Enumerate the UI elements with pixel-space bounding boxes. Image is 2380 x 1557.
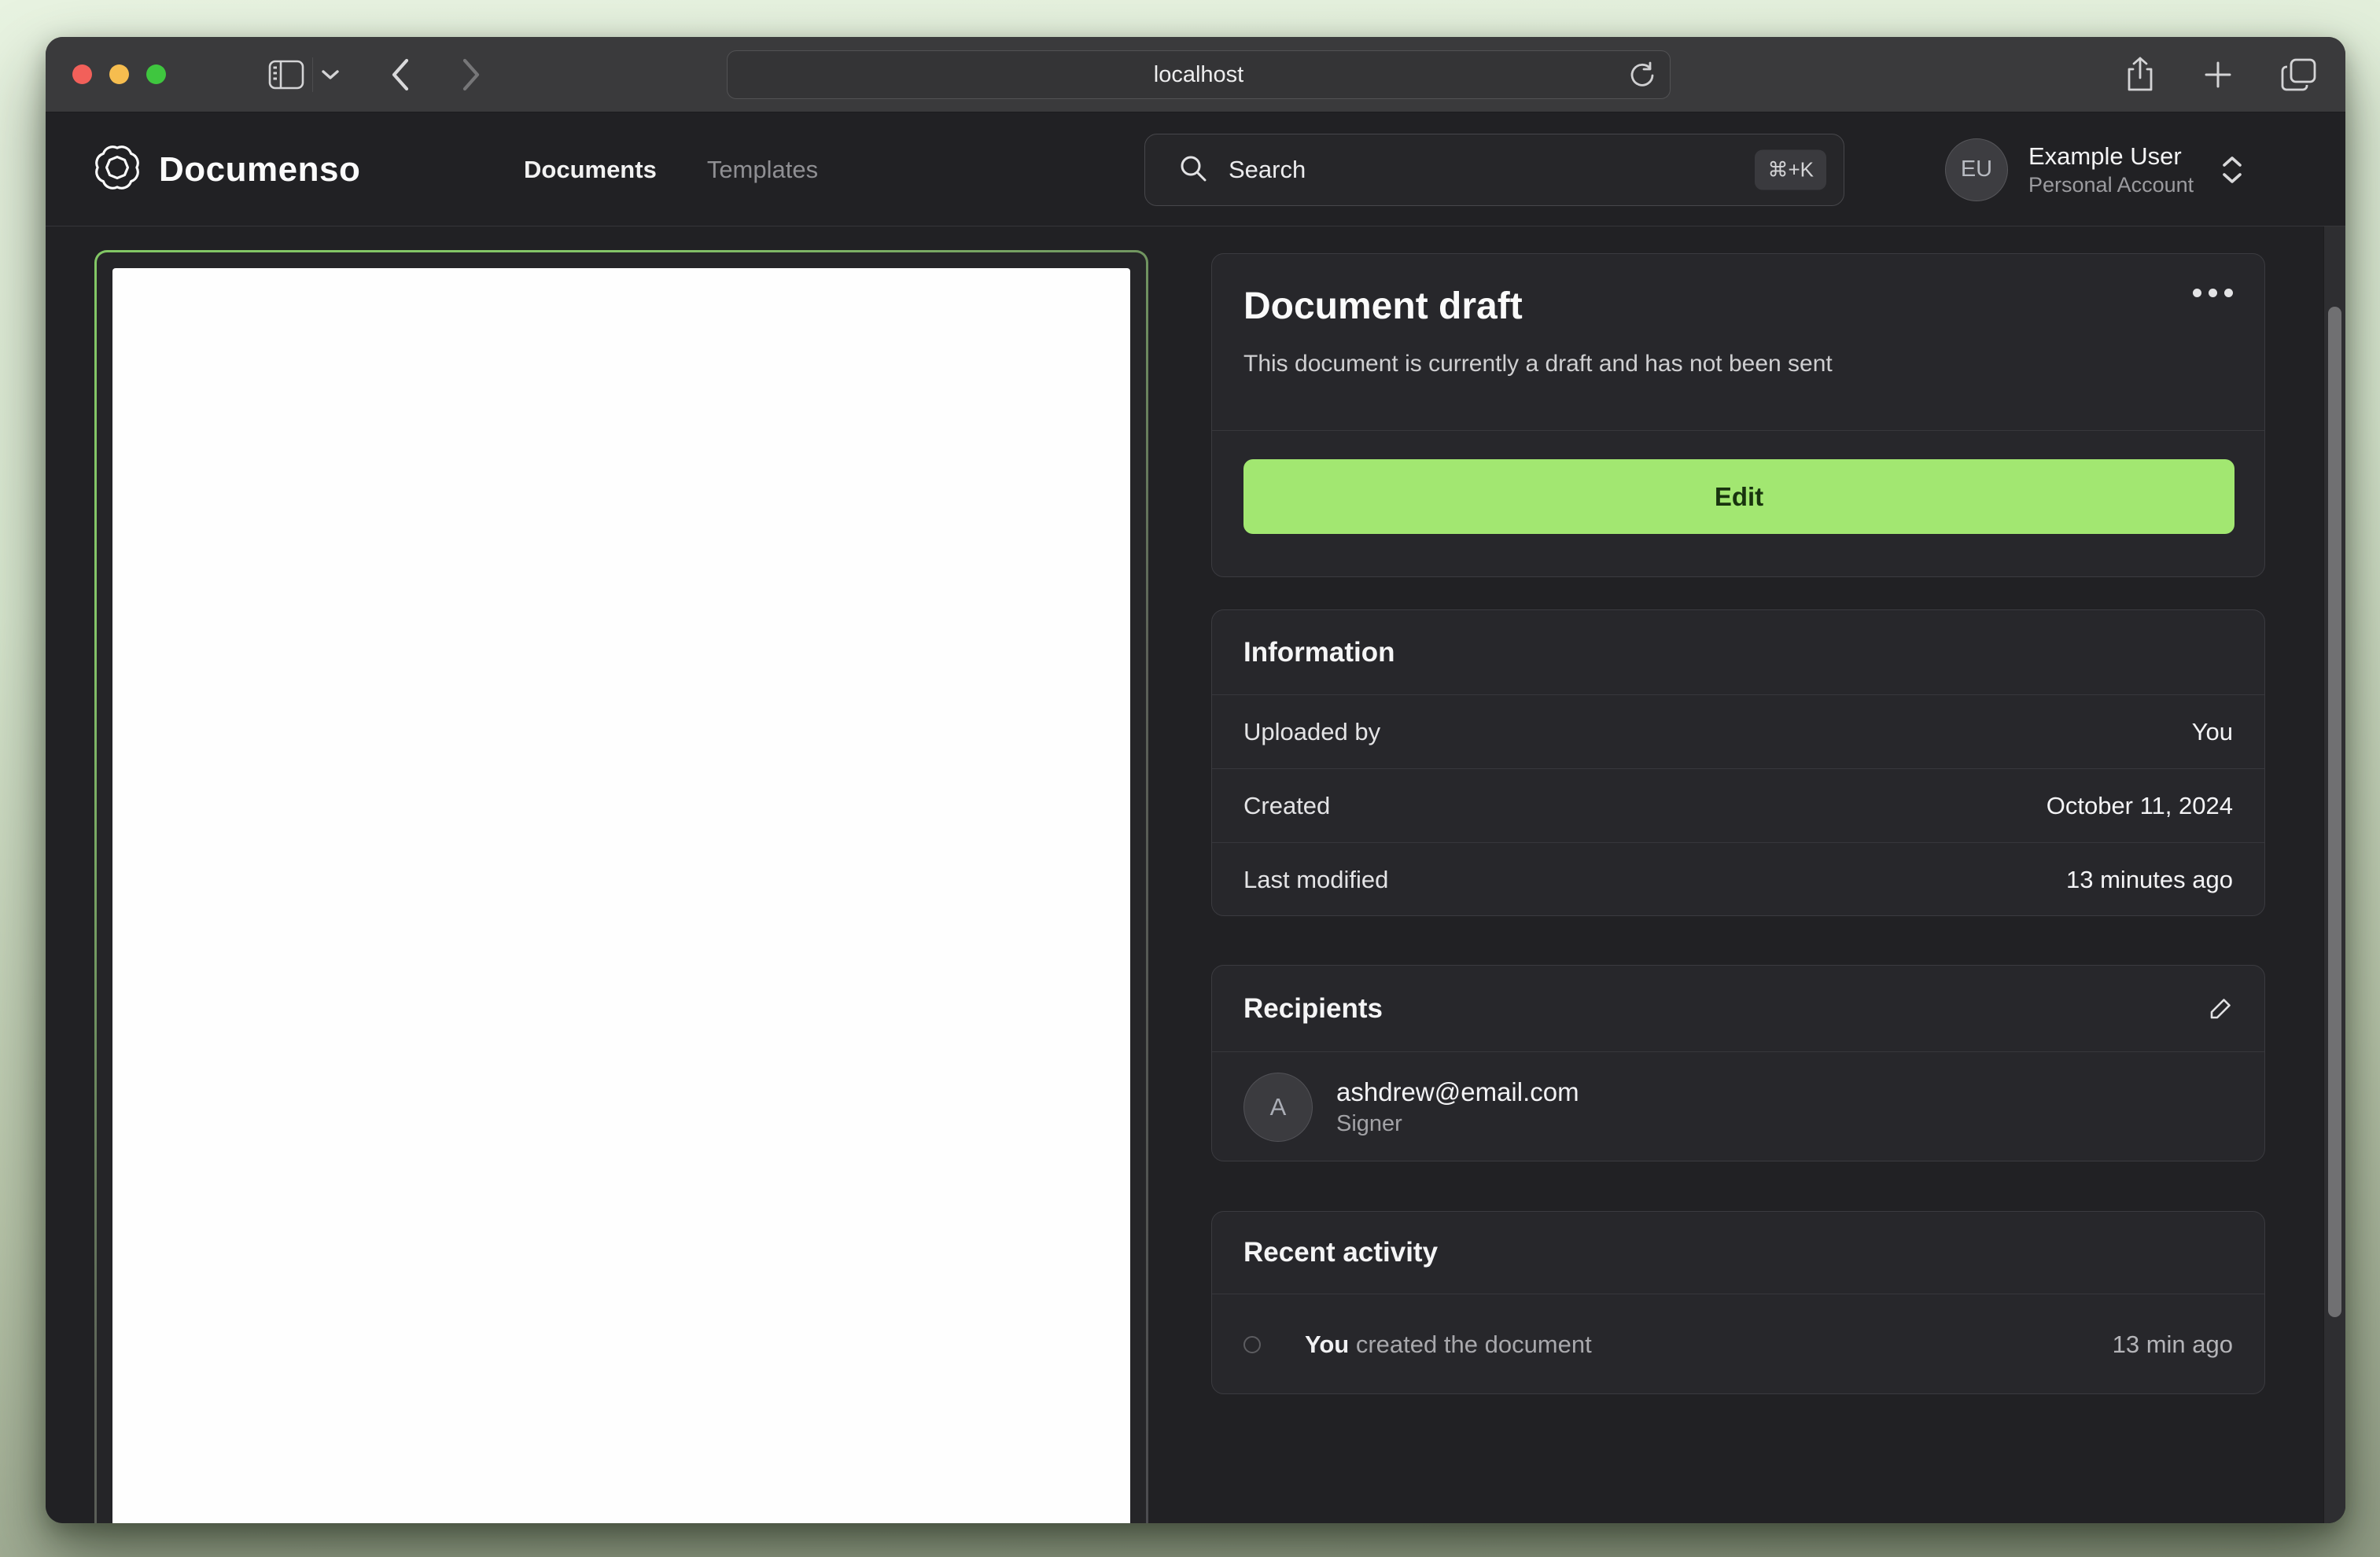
document-status-title: Document draft bbox=[1243, 285, 1523, 327]
document-status-subtitle: This document is currently a draft and h… bbox=[1243, 351, 1833, 377]
reload-icon[interactable] bbox=[1629, 61, 1656, 89]
info-value: You bbox=[2191, 717, 2233, 745]
edit-recipients-pencil-icon[interactable] bbox=[2208, 996, 2233, 1021]
address-bar[interactable]: localhost bbox=[727, 50, 1671, 99]
user-name: Example User bbox=[2028, 142, 2182, 170]
nav-templates[interactable]: Templates bbox=[707, 156, 818, 184]
toolbar-separator bbox=[312, 57, 313, 92]
minimize-window-button[interactable] bbox=[109, 64, 129, 84]
documenso-logo-icon bbox=[94, 145, 140, 194]
forward-icon[interactable] bbox=[461, 57, 481, 92]
document-preview-frame bbox=[97, 252, 1146, 1523]
traffic-lights bbox=[72, 64, 166, 84]
activity-time: 13 min ago bbox=[2112, 1330, 2233, 1358]
share-icon[interactable] bbox=[2125, 56, 2155, 94]
edit-button[interactable]: Edit bbox=[1243, 459, 2234, 534]
recipients-card: Recipients A ashdrew@email.com Signer bbox=[1211, 965, 2265, 1161]
info-label: Last modified bbox=[1243, 865, 1389, 893]
browser-titlebar: localhost bbox=[46, 37, 2345, 112]
info-label: Uploaded by bbox=[1243, 717, 1381, 745]
recipient-role: Signer bbox=[1336, 1111, 1402, 1136]
scrollbar-track[interactable] bbox=[2323, 226, 2345, 1523]
info-row-uploaded-by: Uploaded by You bbox=[1212, 695, 2264, 768]
search-icon bbox=[1178, 153, 1208, 187]
activity-actor: You bbox=[1305, 1330, 1350, 1358]
activity-bullet-icon bbox=[1243, 1335, 1261, 1353]
brand-name: Documenso bbox=[159, 149, 361, 189]
info-label: Created bbox=[1243, 791, 1331, 819]
info-row-last-modified: Last modified 13 minutes ago bbox=[1212, 843, 2264, 916]
activity-text: You created the document bbox=[1305, 1331, 1592, 1359]
nav-documents[interactable]: Documents bbox=[524, 156, 657, 184]
divider bbox=[1212, 430, 2264, 431]
brand[interactable]: Documenso bbox=[94, 112, 360, 226]
info-value: 13 minutes ago bbox=[2066, 865, 2233, 893]
information-title: Information bbox=[1243, 636, 1395, 668]
search-input[interactable]: Search ⌘+K bbox=[1144, 134, 1844, 206]
information-card: Information Uploaded by You Created Octo… bbox=[1211, 609, 2265, 916]
back-icon[interactable] bbox=[390, 57, 411, 92]
document-draft-card: Document draft This document is currentl… bbox=[1211, 253, 2265, 577]
sidebar-toggle-icon[interactable] bbox=[268, 60, 304, 90]
more-options-icon[interactable] bbox=[2193, 289, 2233, 297]
user-account-type: Personal Account bbox=[2028, 172, 2194, 197]
activity-row: You created the document 13 min ago bbox=[1212, 1294, 2264, 1394]
user-avatar: EU bbox=[1945, 138, 2008, 201]
recent-activity-card: Recent activity You created the document… bbox=[1211, 1211, 2265, 1394]
app-header: Documenso Documents Templates Search ⌘+K… bbox=[46, 112, 2345, 226]
main-nav: Documents Templates bbox=[524, 112, 818, 226]
new-tab-icon[interactable] bbox=[2202, 59, 2234, 90]
url-text: localhost bbox=[1153, 61, 1244, 87]
scrollbar-thumb[interactable] bbox=[2328, 307, 2341, 1317]
close-window-button[interactable] bbox=[72, 64, 92, 84]
chevron-up-down-icon bbox=[2222, 156, 2242, 184]
zoom-window-button[interactable] bbox=[146, 64, 166, 84]
document-page bbox=[112, 268, 1130, 1523]
recent-activity-title: Recent activity bbox=[1243, 1237, 1439, 1268]
recipient-email: ashdrew@email.com bbox=[1336, 1077, 1579, 1106]
recipients-title: Recipients bbox=[1243, 992, 1383, 1024]
search-placeholder: Search bbox=[1229, 156, 1306, 183]
sidebar-chevron-down-icon[interactable] bbox=[321, 68, 340, 81]
main-content: Document draft This document is currentl… bbox=[46, 226, 2345, 1523]
recipient-row: A ashdrew@email.com Signer bbox=[1212, 1052, 2264, 1142]
user-menu[interactable]: EU Example User Personal Account bbox=[1945, 112, 2242, 226]
search-shortcut-badge: ⌘+K bbox=[1755, 149, 1826, 190]
info-row-created: Created October 11, 2024 bbox=[1212, 769, 2264, 842]
recipient-avatar: A bbox=[1243, 1073, 1313, 1142]
info-value: October 11, 2024 bbox=[2046, 791, 2233, 819]
activity-action: created the document bbox=[1349, 1330, 1592, 1358]
tab-overview-icon[interactable] bbox=[2281, 57, 2317, 92]
browser-window: localhost Documenso Documents Templates … bbox=[46, 37, 2345, 1523]
document-preview-card bbox=[94, 250, 1148, 1523]
